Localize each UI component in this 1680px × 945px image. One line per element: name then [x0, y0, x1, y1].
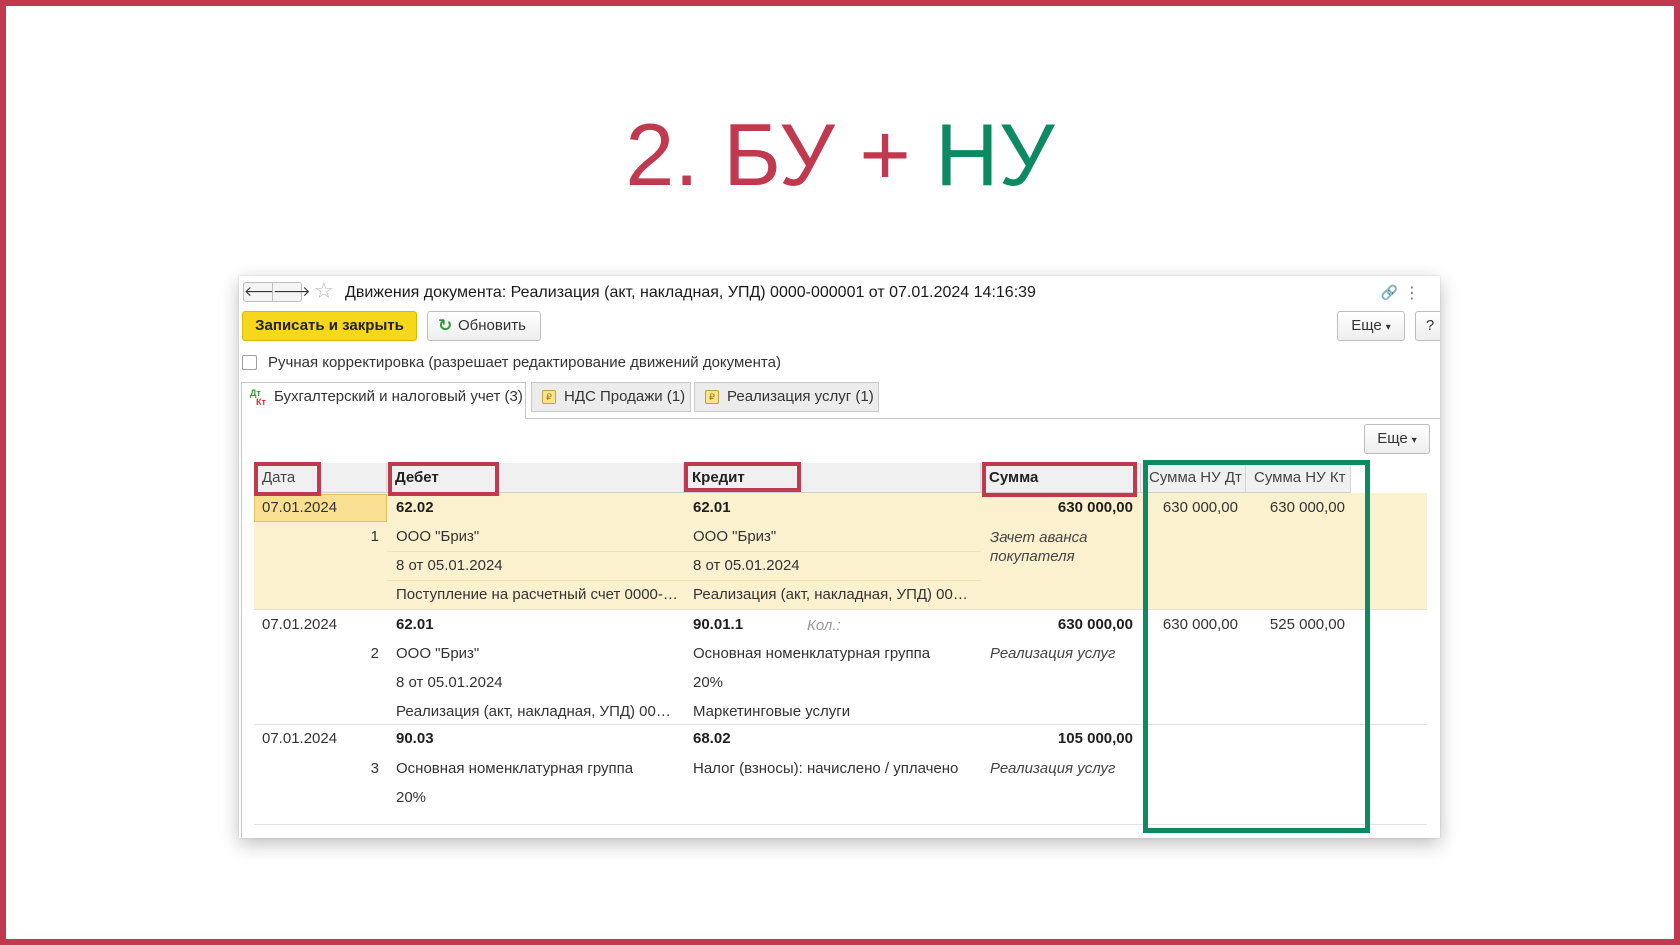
- titlebar: 🡐 🡒 ☆ Движения документа: Реализация (ак…: [239, 276, 1440, 310]
- menu-dots-icon[interactable]: ⋮: [1404, 283, 1420, 302]
- row-sum: 630 000,00: [1057, 499, 1133, 516]
- tab-vat-sales[interactable]: ₽ НДС Продажи (1): [531, 382, 691, 412]
- credit-subconto-2: 8 от 05.01.2024: [693, 557, 800, 574]
- tab-label: НДС Продажи (1): [564, 388, 686, 405]
- debit-subconto-3: Поступление на расчетный счет 0000-000…: [396, 586, 678, 603]
- row-date: 07.01.2024: [262, 730, 338, 747]
- back-arrow-icon[interactable]: 🡐: [243, 282, 282, 302]
- credit-subconto-3: Маркетинговые услуги: [693, 703, 851, 720]
- row-number: 2: [370, 645, 379, 662]
- caret-down-icon: ▾: [1411, 435, 1417, 446]
- credit-subconto-3: Реализация (акт, накладная, УПД) 0000-0…: [693, 586, 975, 603]
- movements-table: Дата Дебет Кредит Сумма Сумма НУ Дт Сумм…: [254, 460, 1427, 838]
- table-more-button[interactable]: Еще ▾: [1364, 424, 1430, 454]
- link-icon[interactable]: 🔗: [1381, 285, 1398, 301]
- tab-label: Бухгалтерский и налоговый учет (3): [274, 388, 523, 405]
- debit-subconto-3: Реализация (акт, накладная, УПД) 0000-0…: [396, 703, 678, 720]
- row-tax-debit-sum: 630 000,00: [1162, 499, 1238, 516]
- row-content: Реализация услуг: [990, 645, 1116, 662]
- credit-subconto-2: 20%: [693, 674, 724, 691]
- more-button[interactable]: Еще ▾: [1337, 311, 1405, 341]
- document-icon: ₽: [705, 390, 719, 404]
- more-label: Еще: [1377, 430, 1408, 447]
- window-title: Движения документа: Реализация (акт, нак…: [345, 284, 1036, 301]
- slide-title-tax: НУ: [935, 105, 1055, 204]
- row-content: Реализация услуг: [990, 760, 1116, 777]
- slide-title-accounting: 2. БУ +: [625, 105, 936, 204]
- row-sum: 630 000,00: [1057, 616, 1133, 633]
- row-tax-debit-sum: 630 000,00: [1162, 616, 1238, 633]
- tab-services-sales[interactable]: ₽ Реализация услуг (1): [694, 382, 879, 412]
- credit-subconto-1: Основная номенклатурная группа: [693, 645, 931, 662]
- row-tax-credit-sum: 525 000,00: [1269, 616, 1345, 633]
- credit-subconto-1: Налог (взносы): начислено / уплачено: [693, 760, 959, 777]
- favorite-star-icon[interactable]: ☆: [314, 280, 334, 304]
- row-divider: [387, 551, 981, 552]
- header-tax-debit-sum[interactable]: Сумма НУ Дт: [1141, 463, 1246, 493]
- tab-label: Реализация услуг (1): [727, 388, 874, 405]
- tab-accounting-tax[interactable]: Дт Кт Бухгалтерский и налоговый учет (3): [241, 382, 526, 419]
- refresh-icon: ↻: [438, 316, 453, 336]
- credit-subconto-1: ООО "Бриз": [693, 528, 777, 545]
- header-date[interactable]: Дата: [254, 463, 387, 493]
- tab-bar: Дт Кт Бухгалтерский и налоговый учет (3) …: [241, 382, 1440, 419]
- row-number: 3: [370, 760, 379, 777]
- document-icon: ₽: [542, 390, 556, 404]
- forward-arrow-icon[interactable]: 🡒: [272, 282, 311, 302]
- row-date: 07.01.2024: [262, 499, 338, 516]
- more-label: Еще: [1351, 317, 1382, 334]
- credit-account: 68.02: [693, 730, 731, 747]
- row-content: Зачет аванса покупателя: [990, 529, 1088, 565]
- manual-edit-label[interactable]: Ручная корректировка (разрешает редактир…: [268, 353, 781, 373]
- credit-account: 62.01: [693, 499, 731, 516]
- refresh-button[interactable]: ↻ Обновить: [427, 311, 541, 341]
- header-credit[interactable]: Кредит: [684, 463, 981, 493]
- debit-account: 90.03: [396, 730, 434, 747]
- debit-account: 62.02: [396, 499, 434, 516]
- row-tax-credit-sum: 630 000,00: [1269, 499, 1345, 516]
- help-button[interactable]: ?: [1415, 311, 1440, 341]
- row-divider: [387, 580, 981, 581]
- debit-subconto-2: 20%: [396, 789, 427, 806]
- debit-subconto-1: ООО "Бриз": [396, 645, 480, 662]
- dt-kt-icon: Дт Кт: [250, 388, 266, 407]
- slide-title: 2. БУ + НУ: [0, 100, 1680, 210]
- caret-down-icon: ▾: [1385, 322, 1391, 333]
- row-sum: 105 000,00: [1057, 730, 1133, 747]
- credit-account: 90.01.1: [693, 616, 744, 633]
- debit-subconto-1: ООО "Бриз": [396, 528, 480, 545]
- debit-account: 62.01: [396, 616, 434, 633]
- document-movements-window: 🡐 🡒 ☆ Движения документа: Реализация (ак…: [239, 276, 1440, 838]
- row-date: 07.01.2024: [262, 616, 338, 633]
- debit-subconto-2: 8 от 05.01.2024: [396, 674, 503, 691]
- debit-subconto-1: Основная номенклатурная группа: [396, 760, 634, 777]
- quantity-label: Кол.:: [807, 617, 841, 634]
- tab-panel-border: [241, 419, 242, 838]
- manual-edit-checkbox[interactable]: [242, 355, 257, 370]
- save-and-close-button[interactable]: Записать и закрыть: [242, 311, 417, 341]
- debit-subconto-2: 8 от 05.01.2024: [396, 557, 503, 574]
- row-number: 1: [370, 528, 379, 545]
- header-debit[interactable]: Дебет: [387, 463, 684, 493]
- header-tax-credit-sum[interactable]: Сумма НУ Кт: [1246, 463, 1351, 493]
- refresh-label: Обновить: [458, 317, 526, 334]
- header-sum[interactable]: Сумма: [981, 463, 1141, 493]
